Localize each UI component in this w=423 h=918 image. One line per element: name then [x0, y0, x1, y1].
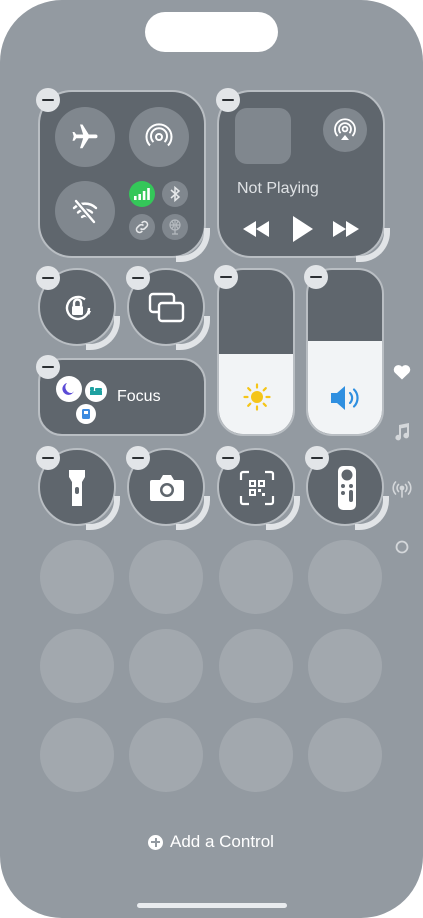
- antenna-icon[interactable]: [391, 481, 413, 499]
- resize-code-scanner-handle[interactable]: [266, 496, 300, 530]
- airplane-mode-button[interactable]: [55, 107, 115, 167]
- wifi-off-icon: [72, 198, 98, 225]
- resize-connectivity-handle[interactable]: [176, 228, 210, 262]
- resize-apple-tv-remote-handle[interactable]: [355, 496, 389, 530]
- resize-screen-mirroring-handle[interactable]: [176, 316, 210, 350]
- remove-orientation-lock-button[interactable]: [36, 266, 60, 290]
- resize-camera-handle[interactable]: [176, 496, 210, 530]
- airdrop-icon: [145, 123, 173, 147]
- empty-slot[interactable]: [219, 718, 293, 792]
- empty-slot[interactable]: [219, 540, 293, 614]
- empty-slot[interactable]: [219, 629, 293, 703]
- rewind-icon[interactable]: [243, 221, 269, 237]
- brightness-slider[interactable]: [217, 268, 295, 436]
- cellular-bars-icon: [134, 188, 150, 200]
- remove-apple-tv-remote-button[interactable]: [305, 446, 329, 470]
- sleep-focus-icon: [56, 376, 82, 402]
- remove-connectivity-button[interactable]: [36, 88, 60, 112]
- plus-circle-icon: [148, 834, 163, 850]
- dynamic-island: [145, 12, 278, 52]
- remove-now-playing-button[interactable]: [216, 88, 240, 112]
- resize-orientation-lock-handle[interactable]: [86, 316, 120, 350]
- remove-flashlight-button[interactable]: [36, 446, 60, 470]
- circle-icon[interactable]: [395, 540, 409, 554]
- link-icon: [135, 220, 149, 234]
- bed-icon: [85, 380, 107, 402]
- home-indicator[interactable]: [137, 903, 287, 908]
- remove-camera-button[interactable]: [126, 446, 150, 470]
- wifi-button[interactable]: [55, 181, 115, 241]
- speaker-icon: [331, 386, 359, 410]
- empty-slot[interactable]: [40, 540, 114, 614]
- airdrop-button[interactable]: [129, 107, 189, 167]
- empty-slot[interactable]: [308, 540, 382, 614]
- remove-screen-mirroring-button[interactable]: [126, 266, 150, 290]
- bluetooth-icon: [170, 186, 181, 202]
- music-note-icon[interactable]: [394, 422, 410, 442]
- empty-slot[interactable]: [308, 718, 382, 792]
- cellular-data-button[interactable]: [129, 181, 155, 207]
- add-control-label: Add a Control: [170, 832, 274, 851]
- focus-label: Focus: [117, 388, 161, 405]
- empty-slot[interactable]: [129, 540, 203, 614]
- sun-icon: [243, 383, 271, 411]
- resize-now-playing-handle[interactable]: [356, 228, 390, 262]
- bluetooth-button[interactable]: [162, 181, 188, 207]
- empty-slot[interactable]: [129, 629, 203, 703]
- remote-icon: [338, 466, 356, 510]
- now-playing-status: Not Playing: [237, 180, 319, 197]
- empty-slot[interactable]: [308, 629, 382, 703]
- play-icon[interactable]: [291, 216, 313, 242]
- control-center-edit-screen: Not Playing Focus Add a Control: [0, 0, 423, 918]
- badge-focus-icon: [76, 404, 96, 424]
- empty-slot[interactable]: [40, 718, 114, 792]
- airplay-icon: [334, 118, 356, 140]
- add-control-button[interactable]: Add a Control: [148, 832, 274, 852]
- remove-code-scanner-button[interactable]: [216, 446, 240, 470]
- remove-brightness-button[interactable]: [214, 265, 238, 289]
- resize-flashlight-handle[interactable]: [86, 496, 120, 530]
- airplay-button[interactable]: [323, 108, 367, 152]
- empty-slot[interactable]: [129, 718, 203, 792]
- remove-focus-button[interactable]: [36, 355, 60, 379]
- album-art: [235, 108, 291, 164]
- empty-slot[interactable]: [40, 629, 114, 703]
- airplane-icon: [72, 124, 98, 149]
- flashlight-icon: [69, 470, 85, 506]
- remove-volume-button[interactable]: [304, 265, 328, 289]
- heart-icon[interactable]: [393, 364, 411, 380]
- personal-hotspot-button[interactable]: [129, 214, 155, 240]
- volume-slider[interactable]: [306, 268, 384, 436]
